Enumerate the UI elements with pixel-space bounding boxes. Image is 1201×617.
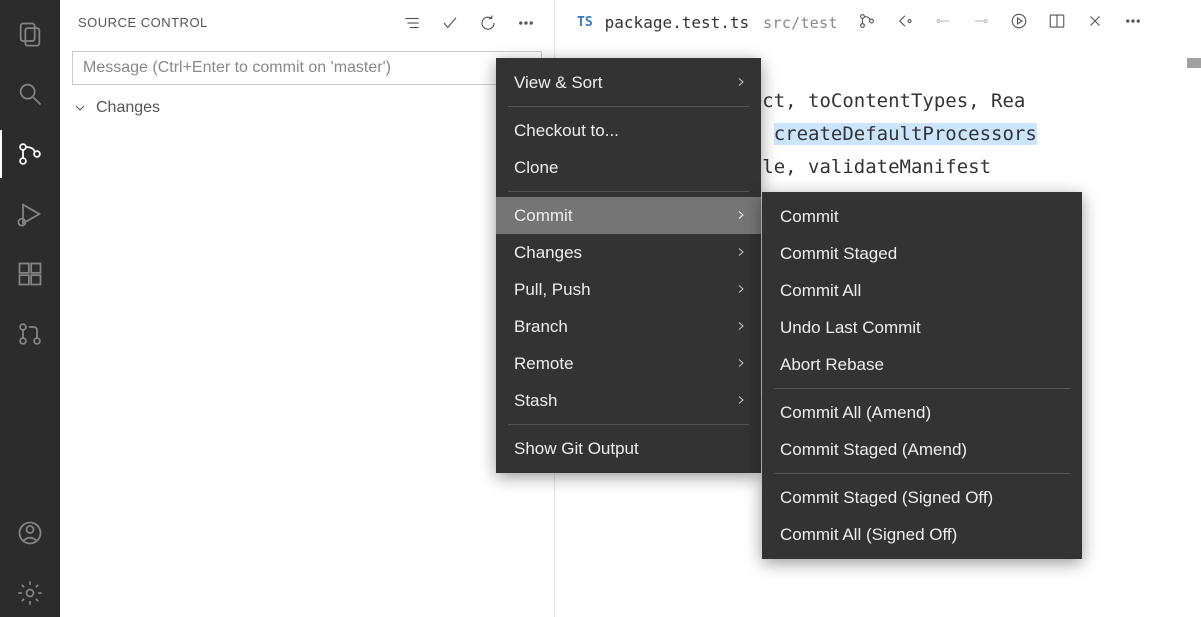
back-icon[interactable] [896, 12, 914, 34]
scm-title: SOURCE CONTROL [78, 15, 402, 30]
menu-item-show-git-output[interactable]: Show Git Output [496, 430, 761, 467]
tab-language-badge: TS [577, 15, 593, 30]
run-debug-icon[interactable] [0, 190, 60, 238]
chevron-right-icon [735, 354, 747, 374]
menu-item-view-sort[interactable]: View & Sort [496, 64, 761, 101]
accounts-icon[interactable] [0, 509, 60, 557]
settings-gear-icon[interactable] [0, 569, 60, 617]
menu-item-commit-all-amend[interactable]: Commit All (Amend) [762, 394, 1082, 431]
chevron-right-icon [735, 73, 747, 93]
commit-check-icon[interactable] [440, 13, 460, 33]
close-tab-icon[interactable] [1086, 12, 1104, 34]
run-icon[interactable] [1010, 12, 1028, 34]
menu-item-commit[interactable]: Commit [762, 198, 1082, 235]
view-changes-icon[interactable] [858, 12, 876, 34]
more-actions-icon[interactable] [516, 13, 536, 33]
split-editor-icon[interactable] [1048, 12, 1066, 34]
source-control-icon[interactable] [0, 130, 60, 178]
changes-section[interactable]: Changes [60, 95, 554, 121]
activity-bar [0, 0, 60, 617]
search-icon[interactable] [0, 70, 60, 118]
explorer-icon[interactable] [0, 10, 60, 58]
chevron-right-icon [735, 317, 747, 337]
tab-filename[interactable]: package.test.ts [605, 13, 750, 32]
prev-change-icon[interactable] [934, 12, 952, 34]
menu-item-commit-all[interactable]: Commit All [762, 272, 1082, 309]
menu-separator [508, 106, 749, 107]
menu-item-commit-staged-amend[interactable]: Commit Staged (Amend) [762, 431, 1082, 468]
menu-separator [774, 473, 1070, 474]
menu-item-changes[interactable]: Changes [496, 234, 761, 271]
menu-item-branch[interactable]: Branch [496, 308, 761, 345]
refresh-icon[interactable] [478, 13, 498, 33]
changes-label: Changes [96, 99, 160, 117]
menu-item-stash[interactable]: Stash [496, 382, 761, 419]
menu-item-commit-staged-signed-off[interactable]: Commit Staged (Signed Off) [762, 479, 1082, 516]
tab-path: src/test [763, 14, 838, 32]
menu-item-abort-rebase[interactable]: Abort Rebase [762, 346, 1082, 383]
menu-item-commit-all-signed-off[interactable]: Commit All (Signed Off) [762, 516, 1082, 553]
chevron-right-icon [735, 243, 747, 263]
extensions-icon[interactable] [0, 250, 60, 298]
next-change-icon[interactable] [972, 12, 990, 34]
chevron-down-icon [72, 100, 88, 116]
pull-requests-icon[interactable] [0, 310, 60, 358]
scm-context-menu: View & Sort Checkout to...Clone CommitChan… [496, 58, 761, 473]
minimap-indicator [1187, 58, 1201, 68]
menu-item-remote[interactable]: Remote [496, 345, 761, 382]
commit-message-input[interactable] [72, 51, 542, 85]
source-control-panel: SOURCE CONTROL Changes [60, 0, 555, 617]
menu-separator [508, 424, 749, 425]
tab-more-icon[interactable] [1124, 12, 1142, 34]
menu-item-pull-push[interactable]: Pull, Push [496, 271, 761, 308]
view-tree-icon[interactable] [402, 13, 422, 33]
menu-item-commit[interactable]: Commit [496, 197, 761, 234]
chevron-right-icon [735, 280, 747, 300]
menu-separator [508, 191, 749, 192]
menu-item-undo-last-commit[interactable]: Undo Last Commit [762, 309, 1082, 346]
chevron-right-icon [735, 206, 747, 226]
menu-item-checkout-to[interactable]: Checkout to... [496, 112, 761, 149]
menu-separator [774, 388, 1070, 389]
chevron-right-icon [735, 391, 747, 411]
menu-item-clone[interactable]: Clone [496, 149, 761, 186]
commit-submenu: CommitCommit StagedCommit AllUndo Last C… [762, 192, 1082, 559]
menu-item-commit-staged[interactable]: Commit Staged [762, 235, 1082, 272]
